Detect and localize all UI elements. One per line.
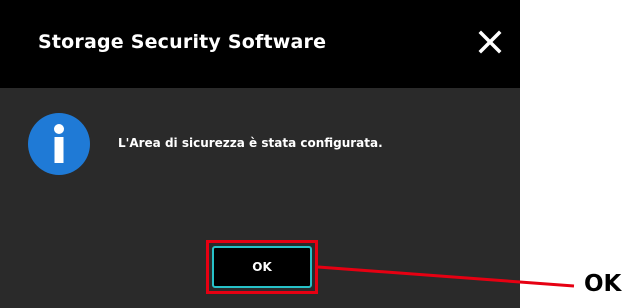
callout-label: OK: [584, 271, 622, 297]
page: Storage Security Software L'Area di sicu…: [0, 0, 638, 308]
callout-line: [317, 265, 575, 288]
